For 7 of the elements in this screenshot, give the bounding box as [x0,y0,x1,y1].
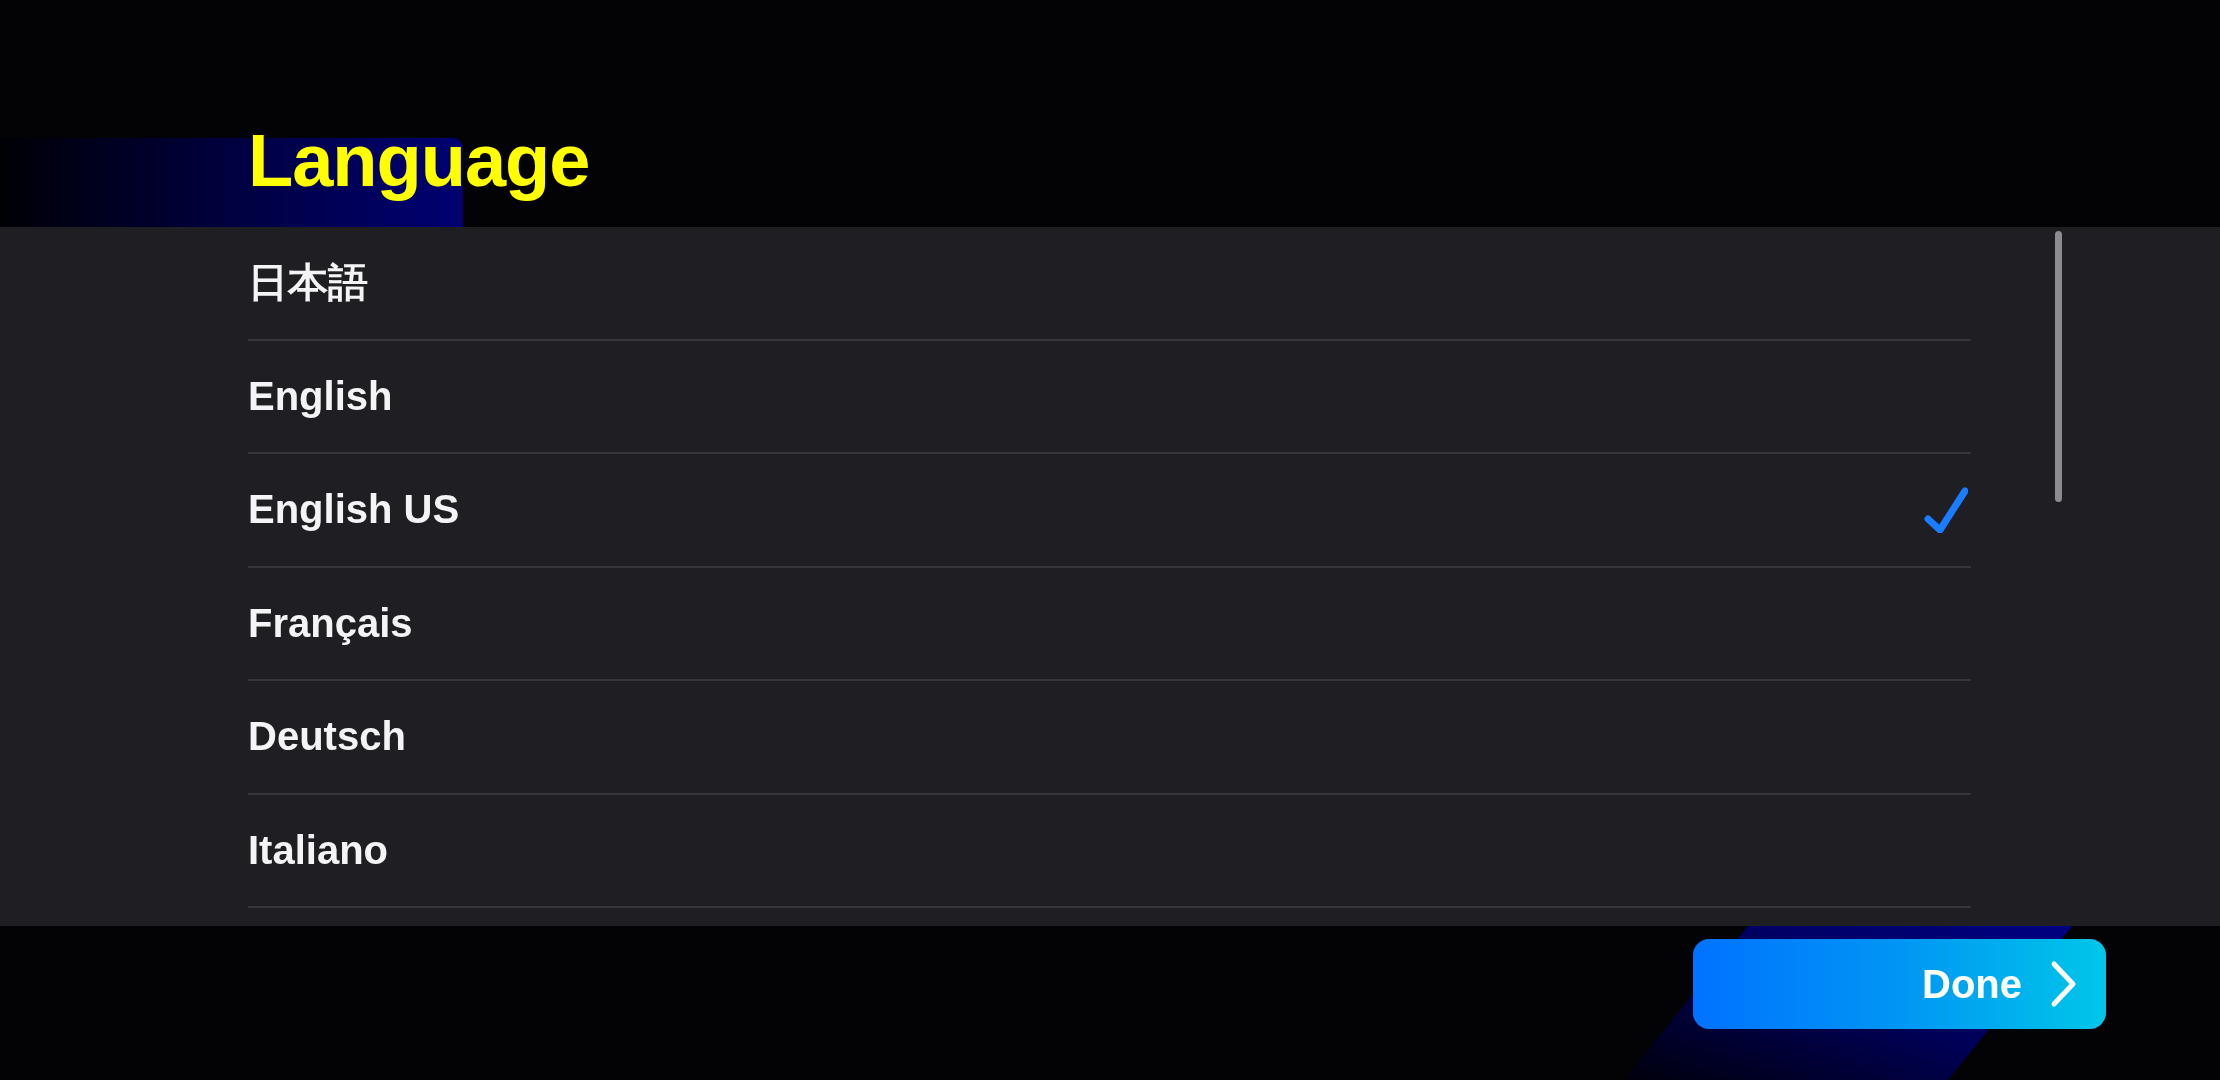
language-option[interactable]: English [248,340,1971,454]
chevron-right-icon [2050,960,2077,1008]
language-option[interactable]: English US [248,454,1971,568]
language-option[interactable]: Deutsch [248,681,1971,795]
language-option[interactable]: 日本語 [248,227,1971,341]
language-option[interactable]: Italiano [248,794,1971,908]
language-option[interactable]: Français [248,567,1971,681]
